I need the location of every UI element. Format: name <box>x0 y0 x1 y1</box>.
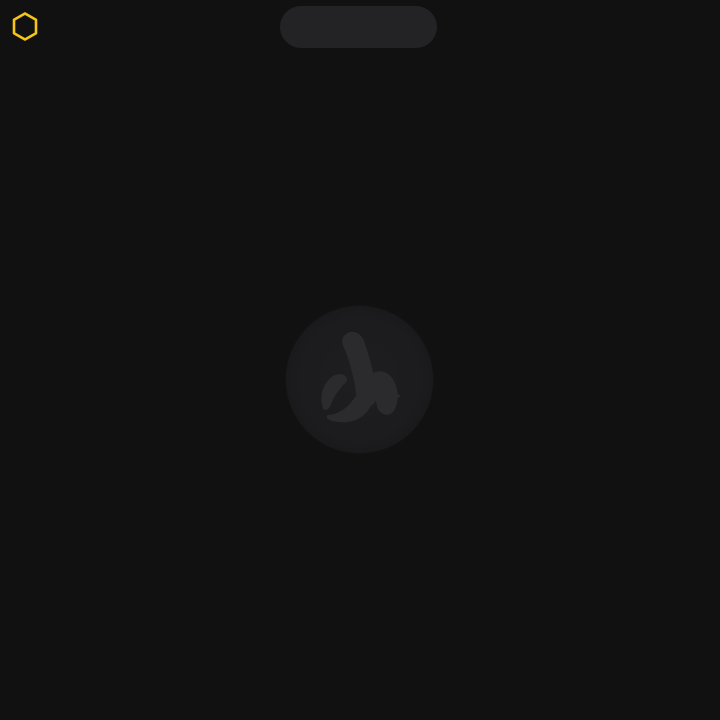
hexagon-icon <box>12 12 38 41</box>
hexagon-menu-button[interactable] <box>10 11 40 42</box>
top-status-pill[interactable] <box>280 6 437 48</box>
app-screen <box>0 0 720 720</box>
banana-icon <box>321 331 401 423</box>
center-logo-badge <box>286 306 433 453</box>
